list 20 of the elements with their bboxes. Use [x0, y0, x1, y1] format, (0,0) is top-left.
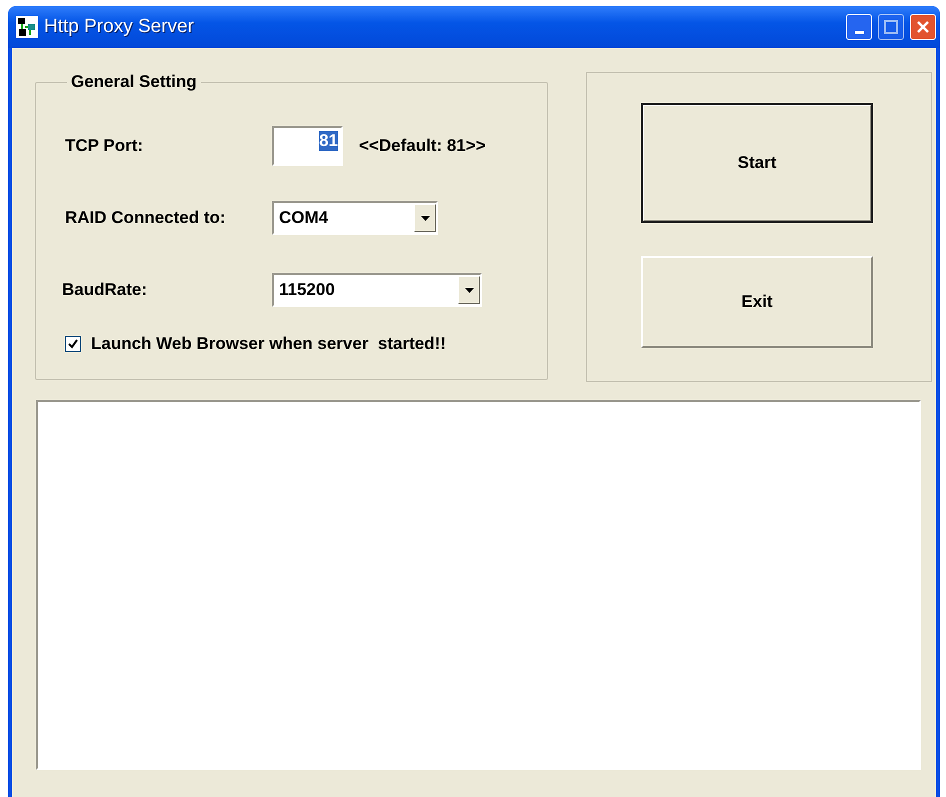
- checkbox-label: Launch Web Browser when server started!!: [91, 334, 446, 354]
- minimize-icon: [854, 30, 864, 34]
- checkbox[interactable]: [65, 336, 81, 352]
- baud-rate-label: BaudRate:: [62, 280, 148, 300]
- baud-rate-dropdown[interactable]: 115200: [272, 273, 482, 307]
- input-field[interactable]: 81: [272, 126, 343, 166]
- exit-button[interactable]: Exit: [641, 256, 873, 348]
- minimize-button[interactable]: [846, 14, 872, 40]
- maximize-icon: [884, 20, 898, 34]
- network-icon: [16, 16, 38, 38]
- close-button[interactable]: [910, 14, 936, 40]
- default-port-hint: <<Default: 81>>: [359, 136, 486, 156]
- window-title: Http Proxy Server: [44, 16, 195, 38]
- maximize-button[interactable]: [878, 14, 904, 40]
- start-button[interactable]: Start: [642, 104, 872, 222]
- raid-label: RAID Connected to:: [65, 208, 227, 228]
- tcp-port-label: TCP Port:: [65, 136, 144, 156]
- port-dropdown[interactable]: COM4: [272, 201, 438, 235]
- close-icon: [916, 20, 930, 34]
- group-title: General Setting: [70, 72, 198, 92]
